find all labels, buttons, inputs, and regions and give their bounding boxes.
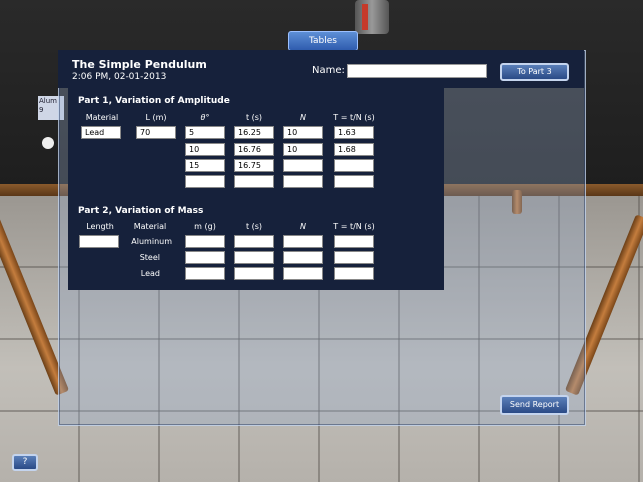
- part1-n-cell[interactable]: 10: [283, 126, 323, 139]
- part2-col-material: Material: [133, 222, 167, 231]
- part2-n-cell[interactable]: [283, 235, 323, 248]
- part2-time-cell[interactable]: [234, 251, 274, 264]
- part2-material-label: Lead: [140, 269, 160, 278]
- part1-theta-cell[interactable]: 5: [185, 126, 225, 139]
- part2-length-cell[interactable]: [79, 235, 119, 248]
- part1-theta-cell[interactable]: 15: [185, 159, 225, 172]
- part2-period-cell[interactable]: [334, 267, 374, 280]
- pendulum-stand: [355, 0, 389, 34]
- part1-n-cell[interactable]: [283, 159, 323, 172]
- part1-heading: Part 1, Variation of Amplitude: [78, 96, 230, 106]
- part2-material-label: Steel: [139, 253, 160, 262]
- part1-length-cell[interactable]: 70: [136, 126, 176, 139]
- part2-time-cell[interactable]: [234, 267, 274, 280]
- part1-col-time: t (s): [245, 113, 263, 122]
- pendulum-bob[interactable]: [42, 137, 54, 149]
- part1-n-cell[interactable]: [283, 175, 323, 188]
- part1-time-cell[interactable]: 16.75: [234, 159, 274, 172]
- to-part3-button[interactable]: To Part 3: [500, 63, 569, 81]
- part2-col-length: Length: [86, 222, 114, 231]
- part1-theta-cell[interactable]: 10: [185, 143, 225, 156]
- part2-period-cell[interactable]: [334, 235, 374, 248]
- part1-period-cell[interactable]: 1.63: [334, 126, 374, 139]
- part1-col-length: L (m): [145, 113, 167, 122]
- part2-time-cell[interactable]: [234, 235, 274, 248]
- part1-col-n: N: [300, 113, 306, 122]
- part1-period-cell[interactable]: 1.68: [334, 143, 374, 156]
- timestamp: 2:06 PM, 02-01-2013: [72, 72, 167, 82]
- part2-col-time: t (s): [245, 222, 263, 231]
- part2-col-mass: m (g): [194, 222, 216, 231]
- part2-n-cell[interactable]: [283, 267, 323, 280]
- send-report-button[interactable]: Send Report: [500, 395, 569, 415]
- part2-n-cell[interactable]: [283, 251, 323, 264]
- part1-col-material: Material: [85, 113, 119, 122]
- part2-period-cell[interactable]: [334, 251, 374, 264]
- part2-mass-cell[interactable]: [185, 267, 225, 280]
- help-button[interactable]: ?: [12, 454, 38, 471]
- part1-time-cell[interactable]: [234, 175, 274, 188]
- part1-col-period: T = t/N (s): [333, 113, 375, 122]
- part1-time-cell[interactable]: 16.25: [234, 126, 274, 139]
- part1-col-theta: θ°: [200, 113, 210, 122]
- part1-time-cell[interactable]: 16.76: [234, 143, 274, 156]
- part1-period-cell[interactable]: [334, 159, 374, 172]
- tables-tab[interactable]: Tables: [288, 31, 358, 51]
- part2-col-period: T = t/N (s): [333, 222, 375, 231]
- part1-period-cell[interactable]: [334, 175, 374, 188]
- pendulum-clamp: [362, 4, 368, 30]
- name-field[interactable]: [347, 64, 487, 78]
- part2-mass-cell[interactable]: [185, 235, 225, 248]
- part2-heading: Part 2, Variation of Mass: [78, 206, 204, 216]
- part2-material-label: Aluminum: [131, 237, 172, 246]
- page-title: The Simple Pendulum: [72, 58, 207, 71]
- part1-material-cell[interactable]: Lead: [81, 126, 121, 139]
- part2-col-n: N: [300, 222, 306, 231]
- part1-theta-cell[interactable]: [185, 175, 225, 188]
- part1-n-cell[interactable]: 10: [283, 143, 323, 156]
- part2-mass-cell[interactable]: [185, 251, 225, 264]
- name-label: Name:: [312, 65, 345, 76]
